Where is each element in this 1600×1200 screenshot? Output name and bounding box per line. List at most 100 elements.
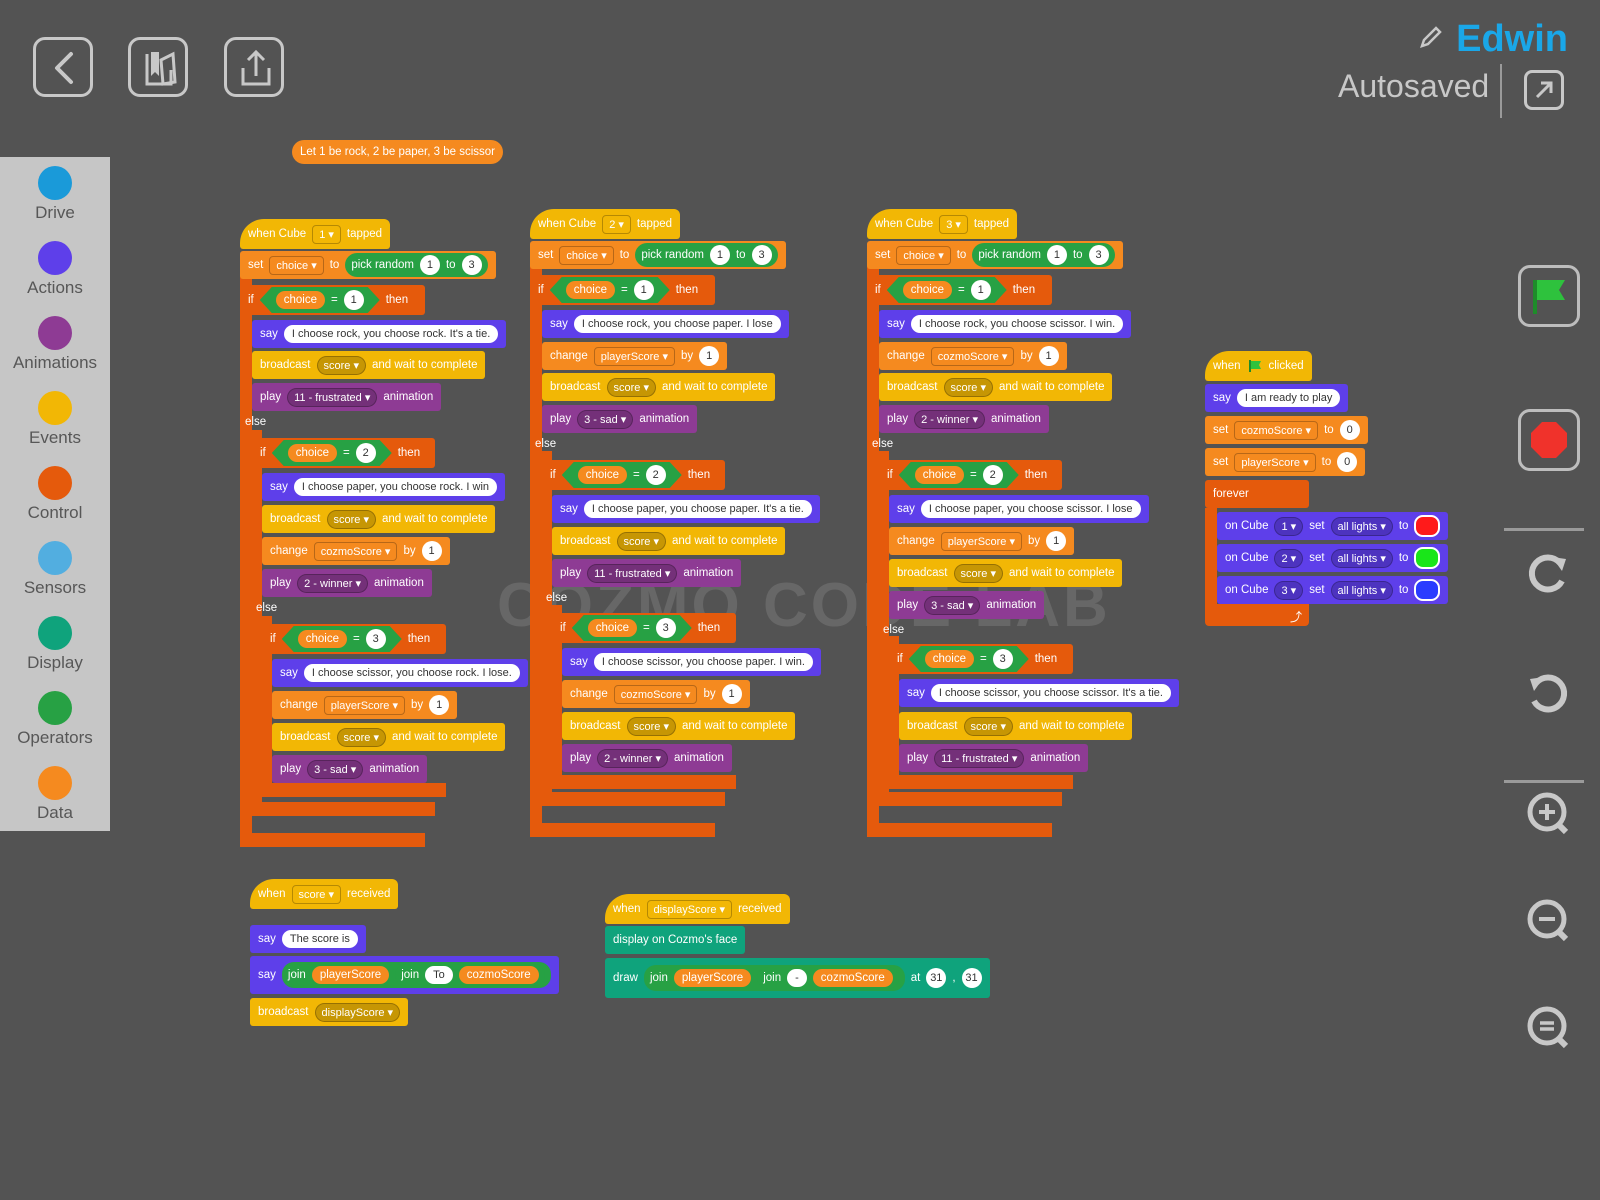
variable-reporter[interactable]: cozmoScore: [812, 969, 893, 987]
if-else-block[interactable]: if choice = 1 then: [530, 275, 715, 305]
equals-block[interactable]: choice = 2: [899, 462, 1019, 488]
number-input[interactable]: 2: [646, 465, 666, 485]
if-else-block[interactable]: if choice = 2 then: [252, 438, 435, 468]
text-input[interactable]: I choose rock, you choose scissor. I win…: [910, 315, 1124, 333]
animation-dropdown[interactable]: 2 - winner ▾: [597, 748, 668, 768]
play-animation-block[interactable]: play 2 - winner ▾ animation: [562, 744, 732, 772]
message-dropdown[interactable]: score ▾: [326, 509, 376, 529]
pencil-icon[interactable]: [1418, 24, 1444, 50]
number-input[interactable]: 3: [751, 245, 772, 265]
change-variable-block[interactable]: change playerScore ▾ by 1: [542, 342, 728, 370]
variable-dropdown[interactable]: choice ▾: [559, 245, 614, 265]
variable-reporter[interactable]: choice: [915, 466, 964, 484]
category-data[interactable]: Data: [0, 757, 110, 831]
when-received-block[interactable]: when displayScore ▾ received: [605, 894, 790, 924]
variable-reporter[interactable]: choice: [588, 619, 637, 637]
book-button[interactable]: [128, 37, 188, 97]
number-input[interactable]: 31: [961, 968, 982, 988]
start-button[interactable]: [1518, 265, 1580, 327]
when-cube-tapped-block[interactable]: when Cube 3 ▾ tapped: [867, 209, 1018, 239]
change-variable-block[interactable]: change cozmoScore ▾ by 1: [262, 537, 450, 565]
variable-dropdown[interactable]: cozmoScore ▾: [1234, 420, 1319, 440]
variable-dropdown[interactable]: choice ▾: [269, 255, 324, 275]
say-block[interactable]: say join playerScore join To cozmoScore: [250, 956, 559, 994]
play-animation-block[interactable]: play 11 - frustrated ▾ animation: [252, 383, 442, 411]
number-input[interactable]: 1: [429, 695, 450, 715]
if-block[interactable]: if choice = 3 then: [552, 613, 736, 643]
number-input[interactable]: 31: [926, 968, 947, 988]
change-variable-block[interactable]: change playerScore ▾ by 1: [272, 691, 458, 719]
draw-text-block[interactable]: draw join playerScore join - cozmoScore at 31, 3…: [605, 958, 990, 998]
display-on-face-block[interactable]: display on Cozmo's face: [605, 926, 746, 954]
lights-dropdown[interactable]: all lights ▾: [1330, 548, 1393, 568]
number-input[interactable]: 1: [1046, 245, 1067, 265]
say-block[interactable]: say I choose rock, you choose scissor. I …: [879, 310, 1132, 338]
message-dropdown[interactable]: score ▾: [953, 563, 1003, 583]
number-input[interactable]: 1: [419, 255, 440, 275]
number-input[interactable]: 3: [366, 629, 386, 649]
number-input[interactable]: 1: [1038, 346, 1059, 366]
if-block[interactable]: if choice = 3 then: [262, 624, 446, 654]
animation-dropdown[interactable]: 3 - sad ▾: [924, 595, 981, 615]
text-input[interactable]: I choose paper, you choose rock. I win: [293, 478, 498, 496]
message-dropdown[interactable]: score ▾: [606, 377, 656, 397]
text-input[interactable]: I choose scissor, you choose scissor. It…: [930, 684, 1171, 702]
variable-dropdown[interactable]: playerScore ▾: [1234, 452, 1316, 472]
variable-reporter[interactable]: choice: [276, 291, 325, 309]
number-input[interactable]: 3: [993, 649, 1013, 669]
number-input[interactable]: 2: [983, 465, 1003, 485]
zoom-in-icon[interactable]: [1520, 786, 1576, 842]
join-block[interactable]: join playerScore join - cozmoScore: [643, 965, 905, 991]
animation-dropdown[interactable]: 11 - frustrated ▾: [934, 748, 1025, 768]
number-input[interactable]: 1: [344, 290, 364, 310]
if-else-block[interactable]: if choice = 2 then: [542, 460, 725, 490]
category-control[interactable]: Control: [0, 457, 110, 531]
number-input[interactable]: 3: [1088, 245, 1109, 265]
stop-button[interactable]: [1518, 409, 1580, 471]
back-button[interactable]: [33, 37, 93, 97]
variable-reporter[interactable]: choice: [288, 444, 337, 462]
text-input[interactable]: I am ready to play: [1236, 389, 1341, 407]
variable-dropdown[interactable]: playerScore ▾: [323, 695, 406, 715]
lights-dropdown[interactable]: all lights ▾: [1330, 580, 1393, 600]
play-animation-block[interactable]: play 2 - winner ▾ animation: [262, 569, 432, 597]
set-cube-lights-block[interactable]: on Cube 1 ▾ set all lights ▾ to: [1217, 512, 1449, 540]
when-received-block[interactable]: when score ▾ received: [250, 879, 399, 909]
category-sensors[interactable]: Sensors: [0, 532, 110, 606]
set-variable-block[interactable]: set choice ▾ to pick random 1 to 3: [867, 241, 1123, 269]
animation-dropdown[interactable]: 2 - winner ▾: [914, 409, 985, 429]
say-block[interactable]: say I choose scissor, you choose paper. I…: [562, 648, 821, 676]
set-cube-lights-block[interactable]: on Cube 3 ▾ set all lights ▾ to: [1217, 576, 1449, 604]
category-drive[interactable]: Drive: [0, 157, 110, 231]
number-input[interactable]: 0: [1339, 420, 1360, 440]
if-block[interactable]: if choice = 3 then: [889, 644, 1073, 674]
pick-random-block[interactable]: pick random 1 to 3: [635, 243, 778, 267]
zoom-reset-icon[interactable]: [1520, 1000, 1576, 1056]
change-variable-block[interactable]: change cozmoScore ▾ by 1: [562, 680, 750, 708]
broadcast-wait-block[interactable]: broadcast score ▾ and wait to complete: [899, 712, 1133, 740]
set-variable-block[interactable]: set choice ▾ to pick random 1 to 3: [240, 251, 496, 279]
category-operators[interactable]: Operators: [0, 682, 110, 756]
text-input[interactable]: To: [425, 966, 453, 984]
cube-dropdown[interactable]: 1 ▾: [312, 224, 341, 244]
number-input[interactable]: 0: [1337, 452, 1358, 472]
pick-random-block[interactable]: pick random 1 to 3: [972, 243, 1115, 267]
play-animation-block[interactable]: play 11 - frustrated ▾ animation: [899, 744, 1089, 772]
say-block[interactable]: say I choose paper, you choose scissor. I…: [889, 495, 1149, 523]
say-block[interactable]: say The score is: [250, 925, 366, 953]
broadcast-wait-block[interactable]: broadcast score ▾ and wait to complete: [889, 559, 1123, 587]
broadcast-wait-block[interactable]: broadcast score ▾ and wait to complete: [552, 527, 786, 555]
number-input[interactable]: 1: [421, 541, 442, 561]
number-input[interactable]: 2: [356, 443, 376, 463]
number-input[interactable]: 3: [461, 255, 482, 275]
text-input[interactable]: I choose paper, you choose scissor. I lo…: [920, 500, 1141, 518]
number-input[interactable]: 1: [971, 280, 991, 300]
say-block[interactable]: say I choose scissor, you choose scissor.…: [899, 679, 1179, 707]
cube-dropdown[interactable]: 2 ▾: [602, 214, 631, 234]
say-block[interactable]: say I am ready to play: [1205, 384, 1349, 412]
message-dropdown[interactable]: displayScore ▾: [646, 899, 733, 919]
when-cube-tapped-block[interactable]: when Cube 2 ▾ tapped: [530, 209, 681, 239]
animation-dropdown[interactable]: 11 - frustrated ▾: [287, 387, 378, 407]
join-block[interactable]: join playerScore join To cozmoScore: [281, 962, 551, 988]
pick-random-block[interactable]: pick random 1 to 3: [345, 253, 488, 277]
